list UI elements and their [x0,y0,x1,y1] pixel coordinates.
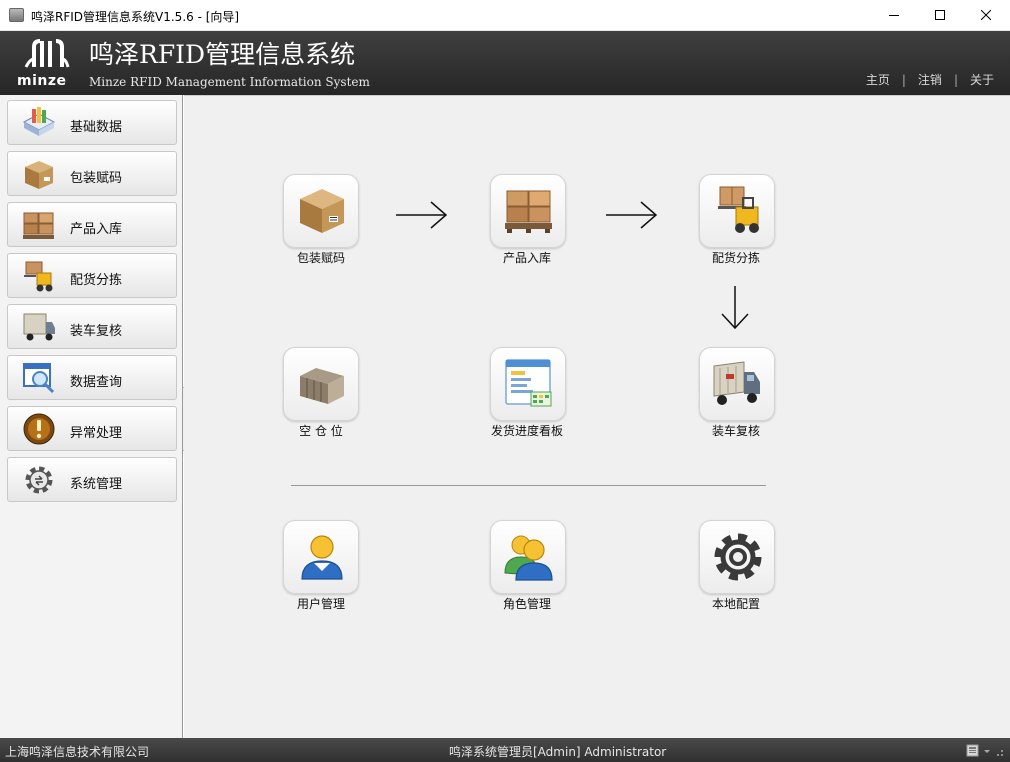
status-company: 上海鸣泽信息技术有限公司 [5,745,150,759]
exclamation-icon [23,413,55,445]
nav-separator: | [953,72,958,87]
tile-packaging[interactable] [283,174,359,248]
basic-data-icon [22,107,56,136]
tile-loading-check[interactable] [699,347,775,421]
tile-picking[interactable] [699,174,775,248]
pallet-boxes-icon [23,212,54,239]
tile-label-shipping-board: 发货进度看板 [490,424,563,438]
minze-logo: minze [16,37,74,91]
sidebar-item-loading-check[interactable]: 装车复核 [7,304,177,349]
nav-home-link[interactable]: 主页 [866,71,890,88]
minimize-button[interactable] [871,0,917,31]
sidebar-item-label: 基础数据 [70,120,123,135]
sidebar-item-system-admin[interactable]: 系统管理 [7,457,177,502]
gear-icon [25,466,53,494]
sidebar-item-inbound[interactable]: 产品入库 [7,202,177,247]
app-header: minze 鸣泽RFID管理信息系统 Minze RFID Management… [0,31,1010,95]
arrow-right-icon [606,201,658,229]
magnifier-icon [23,363,55,394]
tile-empty-slot[interactable] [283,347,359,421]
package-box-icon [300,189,344,233]
system-title: 鸣泽RFID管理信息系统 [89,40,356,69]
arrow-right-icon [396,201,448,229]
tile-label-packaging: 包装赋码 [296,251,345,265]
gear-icon [714,533,762,581]
package-box-icon [25,161,53,189]
pallet-boxes-icon [505,190,552,233]
tile-label-local-config: 本地配置 [711,597,760,611]
tile-role-management[interactable] [490,520,566,594]
truck-icon [713,361,760,405]
system-subtitle: Minze RFID Management Information System [89,75,370,89]
tile-label-empty-slot: 空 仓 位 [299,424,343,438]
progress-board-icon [505,359,552,407]
wizard-panel: 包装赋码 产品入库 配货分拣 空 仓 位 发货进度看板 装车复核 用户管理 角色… [184,95,1010,738]
status-user: 鸣泽系统管理员[Admin] Administrator [449,745,667,759]
nav-separator: | [901,72,906,87]
user-icon [301,535,343,580]
sidebar-item-label: 异常处理 [70,426,123,441]
sidebar-item-exception[interactable]: 异常处理 [7,406,177,451]
nav-logout-link[interactable]: 注销 [918,71,942,88]
sidebar-item-label: 数据查询 [70,375,123,390]
tile-label-role-management: 角色管理 [502,597,551,611]
tile-label-picking: 配货分拣 [711,251,760,265]
tile-label-loading-check: 装车复核 [711,424,760,438]
logo-text: minze [17,73,67,89]
sidebar-item-label: 系统管理 [70,477,123,492]
status-tray-icon [966,744,1003,757]
tile-user-management[interactable] [283,520,359,594]
window-titlebar: 鸣泽RFID管理信息系统V1.5.6 - [向导] [0,0,1010,31]
sidebar-item-label: 产品入库 [70,222,123,237]
sidebar-item-packaging[interactable]: 包装赋码 [7,151,177,196]
sidebar-item-basic-data[interactable]: 基础数据 [7,100,177,145]
window-title: 鸣泽RFID管理信息系统V1.5.6 - [向导] [31,10,240,24]
tile-label-user-management: 用户管理 [296,597,345,611]
top-nav: 主页 | 注销 | 关于 [866,71,994,88]
logo-mark-icon [24,39,70,68]
truck-icon [23,313,55,341]
close-button[interactable] [963,0,1009,31]
tile-shipping-board[interactable] [490,347,566,421]
sidebar-item-label: 配货分拣 [70,273,123,288]
forklift-icon [718,186,759,233]
empty-rack-icon [300,368,344,404]
tile-label-inbound: 产品入库 [502,251,551,265]
app-icon [9,8,24,22]
maximize-button[interactable] [917,0,963,31]
maximize-icon [935,10,945,20]
nav-about-link[interactable]: 关于 [970,71,994,88]
section-divider [291,485,766,486]
status-bar: 上海鸣泽信息技术有限公司 鸣泽系统管理员[Admin] Administrato… [0,738,1010,762]
sidebar-item-data-query[interactable]: 数据查询 [7,355,177,400]
tile-inbound[interactable] [490,174,566,248]
sidebar-item-picking[interactable]: 配货分拣 [7,253,177,298]
sidebar-item-label: 包装赋码 [70,171,123,186]
tile-local-config[interactable] [699,520,775,594]
sidebar-item-label: 装车复核 [70,324,123,339]
role-users-icon [504,535,553,581]
arrow-down-icon [721,286,749,330]
forklift-icon [24,261,53,292]
sidebar: 基础数据 包装赋码 产品入库 配货分拣 装车复核 数据查询 异常处理 系统管理 [0,95,183,738]
minimize-icon [889,15,899,16]
close-icon [981,10,991,20]
